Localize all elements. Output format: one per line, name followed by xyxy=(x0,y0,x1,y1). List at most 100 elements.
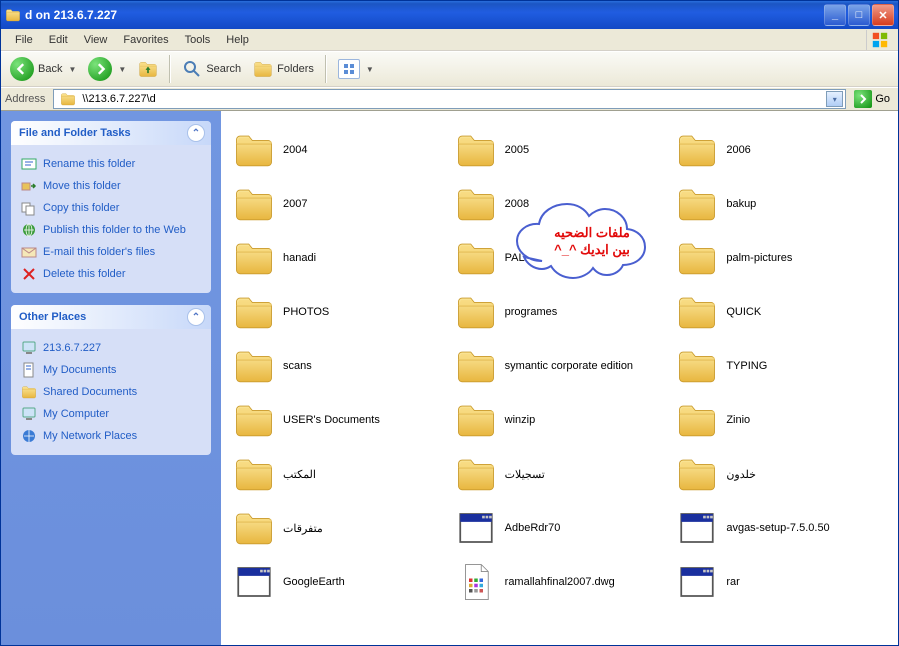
folder-icon xyxy=(455,237,497,279)
list-item[interactable]: palm-pictures xyxy=(676,231,898,285)
address-box: ▾ xyxy=(53,89,846,109)
folder-icon xyxy=(455,345,497,387)
folder-icon xyxy=(455,291,497,333)
task-item-delete[interactable]: Delete this folder xyxy=(21,263,201,285)
place-item-mycomputer[interactable]: My Computer xyxy=(21,403,201,425)
place-item-label: My Documents xyxy=(43,364,116,376)
list-item[interactable]: bakup xyxy=(676,177,898,231)
application-icon xyxy=(676,507,718,549)
item-label: 2004 xyxy=(283,144,307,156)
place-item-mydocs[interactable]: My Documents xyxy=(21,359,201,381)
menu-file[interactable]: File xyxy=(7,32,41,48)
task-item-label: Delete this folder xyxy=(43,268,126,280)
forward-button[interactable]: ▼ xyxy=(83,54,131,84)
content-pane[interactable]: 2004 20052006 20072008 bakup hanadi PALMpalm-… xyxy=(221,111,898,645)
list-item[interactable]: QUICK xyxy=(676,285,898,339)
list-item[interactable]: 2005 xyxy=(455,123,677,177)
item-label: متفرقات xyxy=(283,522,323,535)
list-item[interactable]: programes xyxy=(455,285,677,339)
copy-icon xyxy=(21,200,37,216)
list-item[interactable]: ramallahfinal2007.dwg xyxy=(455,555,677,609)
list-item[interactable]: 2007 xyxy=(233,177,455,231)
menu-help[interactable]: Help xyxy=(218,32,257,48)
place-item-label: My Computer xyxy=(43,408,109,420)
place-item-shared[interactable]: Shared Documents xyxy=(21,381,201,403)
folder-icon xyxy=(676,237,718,279)
places-panel-header[interactable]: Other Places ⌃ xyxy=(11,305,211,329)
list-item[interactable]: USER's Documents xyxy=(233,393,455,447)
task-item-rename[interactable]: Rename this folder xyxy=(21,153,201,175)
item-label: bakup xyxy=(726,198,756,210)
item-label: avgas-setup-7.5.0.50 xyxy=(726,522,829,534)
titlebar: d on 213.6.7.227 _ □ ✕ xyxy=(1,1,898,29)
list-item[interactable]: hanadi xyxy=(233,231,455,285)
go-label: Go xyxy=(875,93,890,105)
item-label: symantic corporate edition xyxy=(505,360,633,372)
publish-icon xyxy=(21,222,37,238)
folder-icon xyxy=(455,129,497,171)
folder-icon xyxy=(233,237,275,279)
menu-favorites[interactable]: Favorites xyxy=(115,32,176,48)
list-item[interactable]: avgas-setup-7.5.0.50 xyxy=(676,501,898,555)
list-item[interactable]: خلدون xyxy=(676,447,898,501)
list-item[interactable]: TYPING xyxy=(676,339,898,393)
folder-up-icon xyxy=(138,59,158,79)
list-item[interactable]: 2006 xyxy=(676,123,898,177)
chevron-down-icon: ▼ xyxy=(118,65,126,74)
move-icon xyxy=(21,178,37,194)
back-button[interactable]: Back ▼ xyxy=(5,54,81,84)
folder-icon xyxy=(455,453,497,495)
item-label: ramallahfinal2007.dwg xyxy=(505,576,615,588)
place-item-computer[interactable]: 213.6.7.227 xyxy=(21,337,201,359)
collapse-icon[interactable]: ⌃ xyxy=(187,308,205,326)
list-item[interactable]: متفرقات xyxy=(233,501,455,555)
search-button[interactable]: Search xyxy=(177,56,246,82)
collapse-icon[interactable]: ⌃ xyxy=(187,124,205,142)
close-button[interactable]: ✕ xyxy=(872,4,894,26)
list-item[interactable]: symantic corporate edition xyxy=(455,339,677,393)
task-item-label: E-mail this folder's files xyxy=(43,246,155,258)
place-item-network[interactable]: My Network Places xyxy=(21,425,201,447)
application-icon xyxy=(455,507,497,549)
menu-tools[interactable]: Tools xyxy=(177,32,219,48)
address-input[interactable] xyxy=(80,92,826,106)
folder-icon xyxy=(676,291,718,333)
menu-edit[interactable]: Edit xyxy=(41,32,76,48)
menu-view[interactable]: View xyxy=(76,32,116,48)
list-item[interactable]: scans xyxy=(233,339,455,393)
address-label: Address xyxy=(5,93,49,105)
item-label: winzip xyxy=(505,414,536,426)
list-item[interactable]: 2004 xyxy=(233,123,455,177)
go-icon xyxy=(854,90,872,108)
folders-button[interactable]: Folders xyxy=(248,56,319,82)
window-icon xyxy=(5,7,21,23)
folder-icon xyxy=(233,453,275,495)
maximize-button[interactable]: □ xyxy=(848,4,870,26)
views-button[interactable]: ▼ xyxy=(333,56,379,82)
minimize-button[interactable]: _ xyxy=(824,4,846,26)
list-item[interactable]: تسجيلات xyxy=(455,447,677,501)
address-dropdown-button[interactable]: ▾ xyxy=(826,91,843,107)
task-item-email[interactable]: E-mail this folder's files xyxy=(21,241,201,263)
list-item[interactable]: المكتب xyxy=(233,447,455,501)
task-item-publish[interactable]: Publish this folder to the Web xyxy=(21,219,201,241)
task-item-move[interactable]: Move this folder xyxy=(21,175,201,197)
list-item[interactable]: GoogleEarth xyxy=(233,555,455,609)
item-label: hanadi xyxy=(283,252,316,264)
up-button[interactable] xyxy=(133,56,163,82)
list-item[interactable]: rar xyxy=(676,555,898,609)
item-label: PHOTOS xyxy=(283,306,329,318)
list-item[interactable]: 2008 xyxy=(455,177,677,231)
go-button[interactable]: Go xyxy=(850,90,894,108)
list-item[interactable]: Zinio xyxy=(676,393,898,447)
list-item[interactable]: PHOTOS xyxy=(233,285,455,339)
task-item-copy[interactable]: Copy this folder xyxy=(21,197,201,219)
document-icon xyxy=(455,561,497,603)
list-item[interactable]: AdbeRdr70 xyxy=(455,501,677,555)
folder-icon xyxy=(676,129,718,171)
tasks-panel-header[interactable]: File and Folder Tasks ⌃ xyxy=(11,121,211,145)
folder-icon xyxy=(233,345,275,387)
folder-icon xyxy=(60,91,76,107)
list-item[interactable]: PALM xyxy=(455,231,677,285)
list-item[interactable]: winzip xyxy=(455,393,677,447)
